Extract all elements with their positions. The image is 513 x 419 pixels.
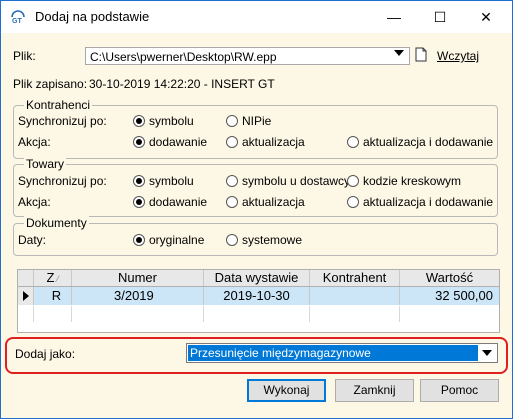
row-indicator <box>18 287 34 305</box>
grid-header-kontrahent[interactable]: Kontrahent <box>310 270 400 286</box>
close-button[interactable]: ✕ <box>463 1 509 33</box>
close-dialog-button[interactable]: Zamknij <box>335 379 414 402</box>
dialog-body: Plik: C:\Users\pwerner\Desktop\RW.epp Wc… <box>1 33 512 418</box>
chevron-down-icon[interactable] <box>482 350 492 356</box>
add-as-select[interactable]: Przesunięcie międzymagazynowe <box>186 343 498 363</box>
kontrahenci-sync-symbol-radio[interactable] <box>133 115 145 127</box>
dokumenty-group-title: Dokumenty <box>24 216 89 230</box>
sort-icon: ⁄ <box>54 274 59 284</box>
row-kontrahent-cell <box>310 287 400 305</box>
add-as-label: Dodaj jako: <box>15 347 76 361</box>
dokumenty-dates-system-radio[interactable] <box>226 234 238 246</box>
file-label: Plik: <box>13 49 36 63</box>
kontrahenci-sync-nip-label: NIPie <box>242 114 272 128</box>
saved-value: 30-10-2019 14:22:20 - INSERT GT <box>89 77 275 91</box>
chevron-down-icon[interactable] <box>394 50 404 56</box>
dokumenty-dates-original-label: oryginalne <box>149 233 205 247</box>
row-z-cell: R <box>34 287 72 305</box>
empty-cell <box>34 306 72 322</box>
kontrahenci-action-label: Akcja: <box>18 135 51 149</box>
kontrahenci-action-both-label: aktualizacja i dodawanie <box>363 135 494 149</box>
grid-header-numer[interactable]: Numer <box>72 270 204 286</box>
towary-sync-barcode-label: kodzie kreskowym <box>363 174 462 188</box>
saved-label: Plik zapisano: <box>13 77 88 91</box>
towary-action-add-label: dodawanie <box>149 195 208 209</box>
dokumenty-dates-label: Daty: <box>18 233 47 247</box>
kontrahenci-action-both-radio[interactable] <box>347 136 359 148</box>
towary-sync-symbol-radio[interactable] <box>133 175 145 187</box>
row-pointer-icon <box>23 291 29 301</box>
towary-action-update-radio[interactable] <box>226 196 238 208</box>
gt-logo-icon: GT <box>11 10 25 25</box>
window-title: Dodaj na podstawie <box>35 9 150 24</box>
help-button[interactable]: Pomoc <box>420 379 499 402</box>
towary-group-title: Towary <box>24 157 67 171</box>
kontrahenci-sync-nip-radio[interactable] <box>226 115 238 127</box>
dokumenty-group: Dokumenty Daty: oryginalne systemowe <box>13 216 498 256</box>
document-icon[interactable] <box>415 47 427 62</box>
empty-cell <box>204 306 310 322</box>
add-as-value: Przesunięcie międzymagazynowe <box>188 345 478 361</box>
grid-header-z[interactable]: Z ⁄ <box>34 270 72 286</box>
minimize-button[interactable]: — <box>371 1 417 33</box>
kontrahenci-action-update-radio[interactable] <box>226 136 238 148</box>
towary-group: Towary Synchronizuj po: symbolu symbolu … <box>13 157 498 217</box>
execute-button[interactable]: Wykonaj <box>247 379 326 402</box>
towary-sync-symbol-label: symbolu <box>149 174 194 188</box>
dokumenty-dates-system-label: systemowe <box>242 233 303 247</box>
documents-grid: Z ⁄ Numer Data wystawie Kontrahent Warto… <box>17 269 500 333</box>
grid-header-data[interactable]: Data wystawie <box>204 270 310 286</box>
empty-cell <box>72 306 204 322</box>
empty-cell <box>18 306 34 322</box>
load-link[interactable]: Wczytaj <box>437 49 479 63</box>
file-path-combo[interactable]: C:\Users\pwerner\Desktop\RW.epp <box>85 47 410 65</box>
kontrahenci-action-add-label: dodawanie <box>149 135 208 149</box>
towary-action-add-radio[interactable] <box>133 196 145 208</box>
table-row[interactable]: R 3/2019 2019-10-30 32 500,00 <box>18 287 499 305</box>
towary-sync-label: Synchronizuj po: <box>18 174 107 188</box>
dialog-window: GT Dodaj na podstawie — ☐ ✕ Plik: C:\Use… <box>0 0 513 419</box>
kontrahenci-sync-symbol-label: symbolu <box>149 114 194 128</box>
kontrahenci-sync-label: Synchronizuj po: <box>18 114 107 128</box>
maximize-button[interactable]: ☐ <box>417 1 463 33</box>
towary-sync-barcode-radio[interactable] <box>347 175 359 187</box>
title-bar: GT Dodaj na podstawie — ☐ ✕ <box>1 1 512 33</box>
kontrahenci-group: Kontrahenci Synchronizuj po: symbolu NIP… <box>13 98 498 159</box>
row-numer-cell: 3/2019 <box>72 287 204 305</box>
towary-sync-supplier-radio[interactable] <box>226 175 238 187</box>
grid-indicator-header <box>18 270 34 286</box>
empty-cell <box>310 306 400 322</box>
towary-sync-supplier-label: symbolu u dostawcy <box>242 174 351 188</box>
grid-header: Z ⁄ Numer Data wystawie Kontrahent Warto… <box>18 270 499 287</box>
dokumenty-dates-original-radio[interactable] <box>133 234 145 246</box>
kontrahenci-action-update-label: aktualizacja <box>242 135 305 149</box>
kontrahenci-group-title: Kontrahenci <box>24 98 93 112</box>
grid-header-wartosc[interactable]: Wartość <box>400 270 499 286</box>
svg-text:GT: GT <box>12 18 22 25</box>
file-path-value: C:\Users\pwerner\Desktop\RW.epp <box>90 50 277 64</box>
towary-action-both-radio[interactable] <box>347 196 359 208</box>
kontrahenci-action-add-radio[interactable] <box>133 136 145 148</box>
empty-row <box>18 306 499 322</box>
row-wartosc-cell: 32 500,00 <box>435 288 493 303</box>
row-data-cell: 2019-10-30 <box>204 287 310 305</box>
towary-action-update-label: aktualizacja <box>242 195 305 209</box>
towary-action-label: Akcja: <box>18 195 51 209</box>
towary-action-both-label: aktualizacja i dodawanie <box>363 195 494 209</box>
